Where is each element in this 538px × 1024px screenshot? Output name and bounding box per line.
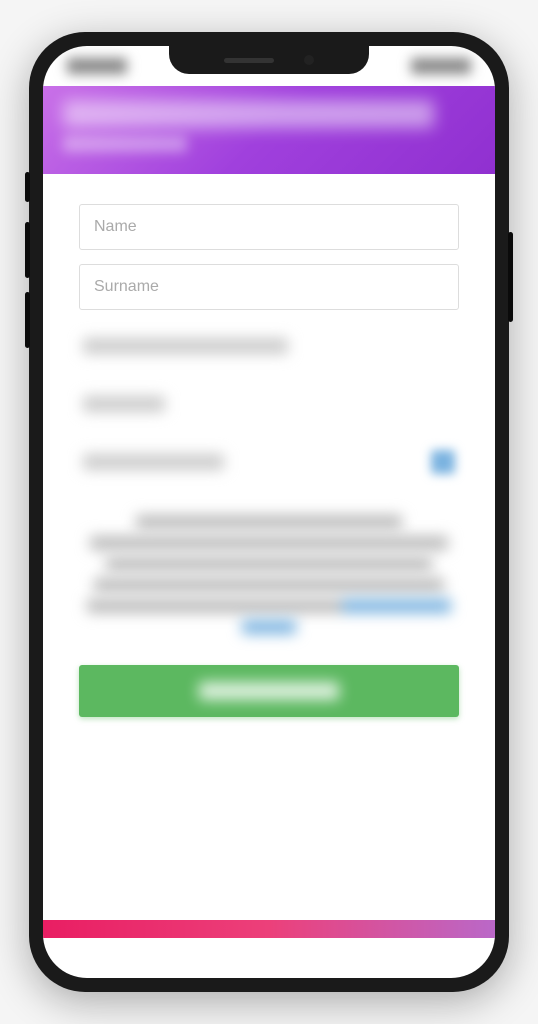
submit-button-label — [199, 682, 339, 700]
calendar-icon — [431, 450, 455, 474]
status-indicators — [411, 58, 471, 74]
footer-bar — [43, 920, 495, 938]
terms-line-2 — [90, 536, 447, 550]
blurred-date-field[interactable] — [79, 440, 459, 484]
name-input[interactable] — [79, 204, 459, 250]
submit-button[interactable] — [79, 665, 459, 717]
terms-link[interactable] — [242, 620, 295, 634]
status-time — [67, 58, 127, 74]
phone-screen — [43, 46, 495, 978]
power-button — [508, 232, 513, 322]
blurred-field-1[interactable] — [79, 324, 459, 368]
phone-device-frame — [29, 32, 509, 992]
registration-form — [43, 174, 495, 737]
silence-switch — [25, 172, 30, 202]
device-notch — [169, 46, 369, 74]
volume-down-button — [25, 292, 30, 348]
terms-line-3 — [106, 557, 433, 571]
blurred-field-1-label — [83, 338, 288, 354]
header-banner — [43, 86, 495, 174]
surname-input[interactable] — [79, 264, 459, 310]
terms-line-5 — [87, 599, 452, 613]
blurred-date-label — [83, 454, 224, 470]
header-subtitle — [63, 136, 187, 152]
speaker-grille — [224, 58, 274, 63]
terms-text — [79, 498, 459, 665]
front-camera — [304, 55, 314, 65]
volume-up-button — [25, 222, 30, 278]
terms-line-1 — [136, 515, 402, 529]
terms-line-4 — [94, 578, 444, 592]
blurred-field-2[interactable] — [79, 382, 459, 426]
content-gap — [43, 737, 495, 777]
header-title — [63, 100, 434, 128]
blurred-field-2-label — [83, 396, 165, 412]
